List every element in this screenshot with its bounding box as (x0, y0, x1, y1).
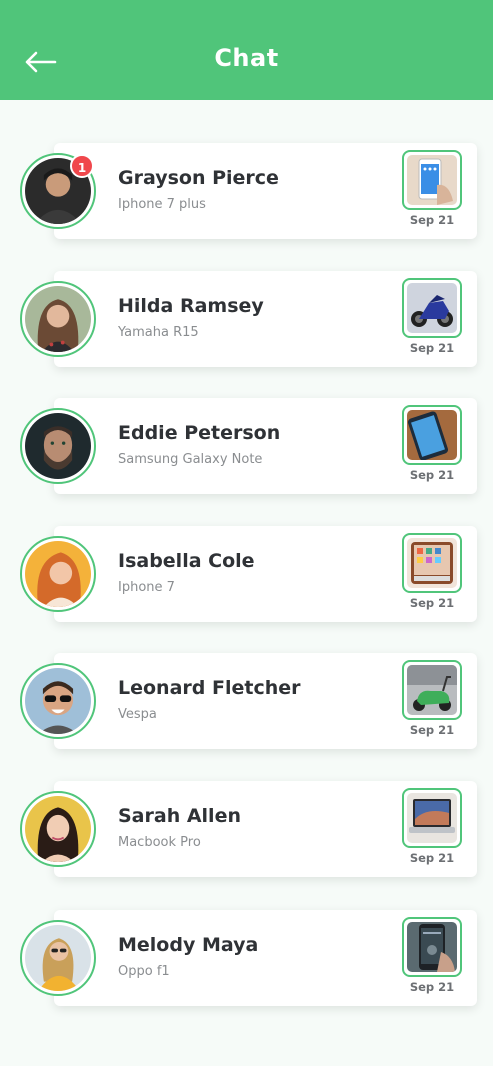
phone-icon (407, 410, 457, 460)
contact-name: Isabella Cole (118, 550, 255, 572)
product-name: Iphone 7 plus (118, 197, 206, 212)
chat-item[interactable]: Melody Maya Oppo f1 Sep 21 (0, 910, 493, 1010)
product-thumbnail[interactable] (402, 150, 462, 210)
chat-date: Sep 21 (409, 980, 455, 994)
laptop-icon (407, 793, 457, 843)
chat-item[interactable]: Leonard Fletcher Vespa Sep 21 (0, 653, 493, 753)
avatar[interactable] (20, 536, 96, 612)
chat-item[interactable]: 1 Grayson Pierce Iphone 7 plus Sep 21 (0, 143, 493, 243)
chat-item[interactable]: Isabella Cole Iphone 7 Sep 21 (0, 526, 493, 626)
chat-date: Sep 21 (409, 596, 455, 610)
product-thumbnail[interactable] (402, 660, 462, 720)
phone-icon (407, 922, 457, 972)
chat-item[interactable]: Eddie Peterson Samsung Galaxy Note Sep 2… (0, 398, 493, 498)
chat-item[interactable]: Hilda Ramsey Yamaha R15 Sep 21 (0, 271, 493, 371)
motorbike-icon (407, 283, 457, 333)
chat-item[interactable]: Sarah Allen Macbook Pro Sep 21 (0, 781, 493, 881)
chat-date: Sep 21 (409, 213, 455, 227)
contact-name: Sarah Allen (118, 805, 241, 827)
product-name: Oppo f1 (118, 964, 170, 979)
contact-name: Eddie Peterson (118, 422, 281, 444)
chat-date: Sep 21 (409, 851, 455, 865)
scooter-icon (407, 665, 457, 715)
app-header: Chat (0, 0, 493, 100)
avatar[interactable] (20, 791, 96, 867)
chat-date: Sep 21 (409, 341, 455, 355)
contact-name: Leonard Fletcher (118, 677, 301, 699)
product-name: Samsung Galaxy Note (118, 452, 263, 467)
contact-name: Grayson Pierce (118, 167, 279, 189)
product-thumbnail[interactable] (402, 405, 462, 465)
chat-date: Sep 21 (409, 723, 455, 737)
product-name: Macbook Pro (118, 835, 201, 850)
product-name: Iphone 7 (118, 580, 175, 595)
avatar[interactable] (20, 920, 96, 996)
product-thumbnail[interactable] (402, 278, 462, 338)
iphone-icon (407, 155, 457, 205)
avatar[interactable] (20, 281, 96, 357)
product-thumbnail[interactable] (402, 533, 462, 593)
iphone-icon (407, 538, 457, 588)
chat-list: 1 Grayson Pierce Iphone 7 plus Sep 21 Hi… (0, 0, 493, 1066)
avatar[interactable] (20, 408, 96, 484)
contact-name: Hilda Ramsey (118, 295, 264, 317)
product-thumbnail[interactable] (402, 788, 462, 848)
chat-date: Sep 21 (409, 468, 455, 482)
contact-name: Melody Maya (118, 934, 259, 956)
product-thumbnail[interactable] (402, 917, 462, 977)
unread-badge: 1 (70, 154, 94, 178)
page-title: Chat (214, 44, 279, 72)
avatar[interactable] (20, 663, 96, 739)
product-name: Vespa (118, 707, 157, 722)
product-name: Yamaha R15 (118, 325, 199, 340)
